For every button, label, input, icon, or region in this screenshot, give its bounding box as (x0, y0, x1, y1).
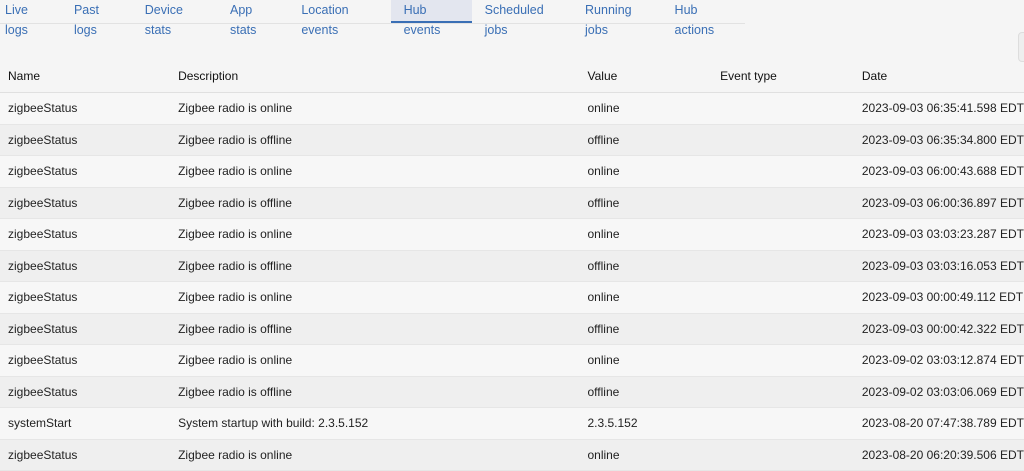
tab-app-stats[interactable]: App stats (217, 0, 288, 37)
cell-date: 2023-09-02 03:03:06.069 EDT (856, 376, 1024, 408)
column-header-event-type[interactable]: Event type (712, 60, 857, 93)
table-header: Name Description Value Event type Date (0, 60, 1024, 93)
table-row[interactable]: zigbeeStatus Zigbee radio is online online… (0, 218, 1024, 251)
cell-date: 2023-08-20 07:47:38.789 EDT (856, 407, 1024, 440)
cell-event-type (712, 92, 857, 125)
cell-name: zigbeeStatus (0, 187, 171, 219)
cell-value: offline (579, 376, 713, 408)
cell-value: offline (579, 250, 713, 282)
cell-name: zigbeeStatus (0, 218, 171, 251)
table-row[interactable]: zigbeeStatus Zigbee radio is online online… (0, 92, 1024, 125)
table-row[interactable]: zigbeeStatus Zigbee radio is offline offli… (0, 376, 1024, 408)
cell-description: System startup with build: 2.3.5.152 (170, 407, 580, 440)
tab-device-stats[interactable]: Device stats (132, 0, 217, 37)
cell-description: Zigbee radio is online (170, 281, 580, 314)
cell-description: Zigbee radio is offline (170, 313, 580, 345)
cell-event-type (712, 439, 857, 471)
tab-past-logs[interactable]: Past logs (61, 0, 132, 37)
cell-date: 2023-09-03 00:00:42.322 EDT (856, 313, 1024, 345)
column-header-value[interactable]: Value (579, 60, 713, 93)
cell-description: Zigbee radio is online (170, 155, 580, 188)
tab-scheduled-jobs[interactable]: Scheduled jobs (472, 0, 572, 37)
tab-running-jobs[interactable]: Running jobs (572, 0, 662, 37)
table-row[interactable]: zigbeeStatus Zigbee radio is offline offli… (0, 187, 1024, 219)
cell-event-type (712, 344, 857, 377)
table-row[interactable]: zigbeeStatus Zigbee radio is offline offli… (0, 250, 1024, 282)
cell-date: 2023-09-02 03:03:12.874 EDT (856, 344, 1024, 377)
cell-description: Zigbee radio is offline (170, 250, 580, 282)
cell-event-type (712, 376, 857, 408)
cell-event-type (712, 407, 857, 440)
cell-date: 2023-09-03 03:03:23.287 EDT (856, 218, 1024, 251)
cell-value: online (579, 92, 713, 125)
column-header-description[interactable]: Description (170, 60, 580, 93)
cell-value: offline (579, 313, 713, 345)
hub-events-table: Name Description Value Event type Date z… (0, 60, 1024, 471)
cell-name: zigbeeStatus (0, 155, 171, 188)
cell-name: zigbeeStatus (0, 313, 171, 345)
table-row[interactable]: systemStart System startup with build: 2.… (0, 407, 1024, 440)
cell-name: zigbeeStatus (0, 250, 171, 282)
cell-description: Zigbee radio is online (170, 439, 580, 471)
cell-event-type (712, 313, 857, 345)
cell-description: Zigbee radio is offline (170, 124, 580, 156)
cell-value: online (579, 344, 713, 377)
cell-description: Zigbee radio is online (170, 92, 580, 125)
cell-name: zigbeeStatus (0, 376, 171, 408)
cell-name: systemStart (0, 407, 171, 440)
cell-event-type (712, 155, 857, 188)
cell-description: Zigbee radio is offline (170, 376, 580, 408)
cell-value: online (579, 439, 713, 471)
table-row[interactable]: zigbeeStatus Zigbee radio is online online… (0, 439, 1024, 471)
cell-value: offline (579, 187, 713, 219)
tab-live-logs[interactable]: Live logs (0, 0, 61, 37)
cell-name: zigbeeStatus (0, 92, 171, 125)
table-row[interactable]: zigbeeStatus Zigbee radio is offline offli… (0, 124, 1024, 156)
tab-hub-actions[interactable]: Hub actions (662, 0, 745, 37)
cell-value: online (579, 155, 713, 188)
cell-date: 2023-09-03 06:00:43.688 EDT (856, 155, 1024, 188)
cell-value: online (579, 218, 713, 251)
log-tabs: Live logs Past logs Device stats App stats L… (0, 0, 745, 37)
cell-date: 2023-09-03 06:35:41.598 EDT (856, 92, 1024, 125)
cell-name: zigbeeStatus (0, 344, 171, 377)
table-row[interactable]: zigbeeStatus Zigbee radio is online online… (0, 281, 1024, 314)
cell-value: online (579, 281, 713, 314)
cell-event-type (712, 250, 857, 282)
column-header-name[interactable]: Name (0, 60, 171, 93)
cell-event-type (712, 187, 857, 219)
table-row[interactable]: zigbeeStatus Zigbee radio is online online… (0, 344, 1024, 377)
cell-name: zigbeeStatus (0, 281, 171, 314)
cell-date: 2023-09-03 06:00:36.897 EDT (856, 187, 1024, 219)
tab-location-events[interactable]: Location events (288, 0, 390, 37)
table-row[interactable]: zigbeeStatus Zigbee radio is online online… (0, 155, 1024, 188)
cell-event-type (712, 281, 857, 314)
cell-name: zigbeeStatus (0, 124, 171, 156)
cell-event-type (712, 124, 857, 156)
cell-event-type (712, 218, 857, 251)
cell-description: Zigbee radio is online (170, 218, 580, 251)
cell-name: zigbeeStatus (0, 439, 171, 471)
cell-date: 2023-09-03 00:00:49.112 EDT (856, 281, 1024, 314)
cell-value: 2.3.5.152 (579, 407, 713, 440)
cell-date: 2023-08-20 06:20:39.506 EDT (856, 439, 1024, 471)
table-row[interactable]: zigbeeStatus Zigbee radio is offline offli… (0, 313, 1024, 345)
tab-hub-events[interactable]: Hub events (390, 0, 472, 37)
cell-date: 2023-09-03 06:35:34.800 EDT (856, 124, 1024, 156)
cell-description: Zigbee radio is offline (170, 187, 580, 219)
side-button[interactable] (1018, 32, 1024, 62)
cell-value: offline (579, 124, 713, 156)
cell-date: 2023-09-03 03:03:16.053 EDT (856, 250, 1024, 282)
cell-description: Zigbee radio is online (170, 344, 580, 377)
column-header-date[interactable]: Date (856, 60, 1024, 93)
